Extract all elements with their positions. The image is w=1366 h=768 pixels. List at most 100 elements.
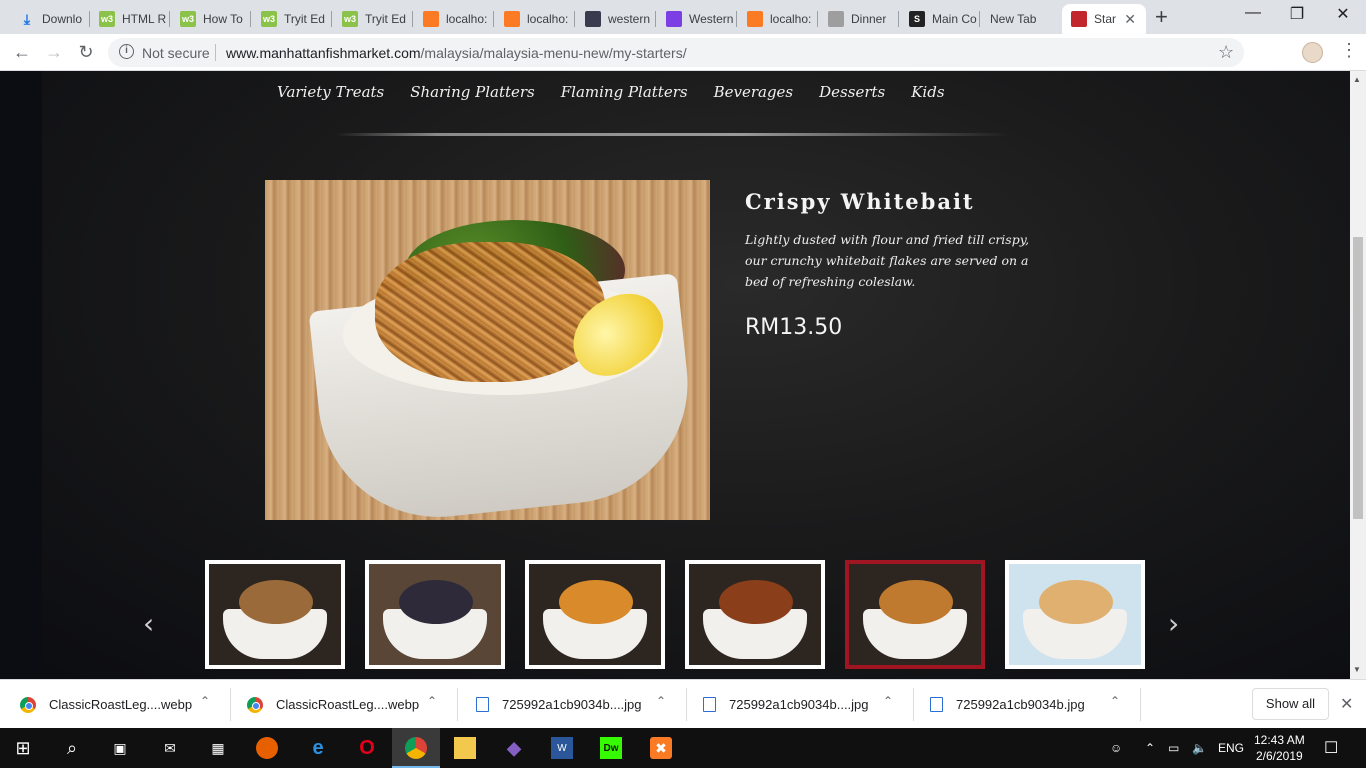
browser-tab[interactable]: New Tab: [981, 4, 1059, 34]
people-icon[interactable]: ☺: [1110, 741, 1122, 755]
scroll-down-icon[interactable]: ▼: [1353, 665, 1361, 674]
browser-tab[interactable]: localho:: [414, 4, 492, 34]
tab-separator: [655, 11, 656, 27]
browser-tab[interactable]: w3 Tryit Ed: [252, 4, 330, 34]
search-icon[interactable]: ⌕: [61, 737, 83, 759]
browser-tab[interactable]: Western: [657, 4, 735, 34]
browser-tab[interactable]: w3 Tryit Ed: [333, 4, 411, 34]
category-link[interactable]: Desserts: [819, 83, 885, 101]
page-left-band: [0, 71, 42, 679]
forward-arrow-icon[interactable]: →: [42, 40, 66, 64]
category-link[interactable]: Beverages: [714, 83, 794, 101]
tab-title: Western: [689, 12, 734, 26]
notifications-icon[interactable]: ☐: [1324, 738, 1338, 758]
s-icon: S: [909, 11, 925, 27]
volume-mute-icon[interactable]: 🔈: [1192, 741, 1207, 755]
thumbnail-fried-chicken[interactable]: [685, 560, 825, 669]
download-options-chevron-icon[interactable]: ⌃: [656, 694, 666, 708]
new-tab-button[interactable]: +: [1155, 5, 1168, 29]
download-options-chevron-icon[interactable]: ⌃: [200, 694, 210, 708]
thumbnail-crispy-whitebait[interactable]: [845, 560, 985, 669]
firefox-icon[interactable]: [256, 737, 278, 759]
browser-tab[interactable]: localho:: [738, 4, 816, 34]
word-icon[interactable]: W: [551, 737, 573, 759]
tab-separator: [574, 11, 575, 27]
browser-tab[interactable]: Star ✕: [1062, 4, 1146, 34]
browser-tab[interactable]: Dinner: [819, 4, 897, 34]
close-window-button[interactable]: ✕: [1320, 4, 1366, 24]
browser-tab[interactable]: localho:: [495, 4, 573, 34]
xampp-icon[interactable]: ✖: [650, 737, 672, 759]
back-arrow-icon[interactable]: ←: [10, 40, 34, 64]
mail-icon[interactable]: ✉: [159, 737, 181, 759]
dreamweaver-icon[interactable]: Dw: [600, 737, 622, 759]
thumbnail-food: [559, 580, 633, 624]
close-downloads-icon[interactable]: ✕: [1340, 694, 1353, 714]
browser-tab[interactable]: w3 How To: [171, 4, 249, 34]
windows-start-icon[interactable]: ⊞: [12, 737, 34, 759]
download-item[interactable]: ClassicRoastLeg....webp: [20, 680, 192, 729]
download-options-chevron-icon[interactable]: ⌃: [883, 694, 893, 708]
clock[interactable]: 12:43 AM 2/6/2019: [1254, 732, 1305, 764]
download-options-chevron-icon[interactable]: ⌃: [427, 694, 437, 708]
whitebait: [375, 242, 605, 382]
thumbnail-mussels-platter[interactable]: [365, 560, 505, 669]
carousel-prev-chevron-icon[interactable]: ‹: [143, 607, 154, 640]
download-item[interactable]: 725992a1cb9034b.jpg: [930, 680, 1085, 729]
profile-avatar[interactable]: [1302, 42, 1323, 63]
tab-title: localho:: [527, 12, 569, 26]
scroll-up-icon[interactable]: ▲: [1353, 75, 1361, 84]
menu-kebab-icon[interactable]: ⋮: [1340, 40, 1358, 61]
info-icon[interactable]: i: [119, 44, 134, 59]
show-all-button[interactable]: Show all: [1252, 688, 1329, 720]
scroll-thumb[interactable]: [1353, 237, 1363, 519]
download-separator: [457, 688, 458, 721]
w3schools-icon: w3: [99, 11, 115, 27]
tray-chevron-icon[interactable]: ⌃: [1145, 741, 1155, 755]
thumbnail-calamari-dip[interactable]: [205, 560, 345, 669]
tab-close-icon[interactable]: ✕: [1124, 11, 1136, 28]
download-options-chevron-icon[interactable]: ⌃: [1110, 694, 1120, 708]
browser-tab[interactable]: S Main Co: [900, 4, 978, 34]
store-icon[interactable]: ▦: [207, 737, 229, 759]
tab-separator: [493, 11, 494, 27]
downloads-bar: Show all ✕ ClassicRoastLeg....webp ⌃ Class…: [0, 679, 1366, 728]
category-link[interactable]: Kids: [911, 83, 944, 101]
download-item[interactable]: 725992a1cb9034b....jpg: [476, 680, 642, 729]
thumbnail-fish-and-chips[interactable]: [525, 560, 665, 669]
battery-icon[interactable]: ▭: [1168, 741, 1179, 755]
edge-icon[interactable]: e: [307, 737, 329, 759]
task-view-icon[interactable]: ▣: [109, 737, 131, 759]
tab-title: Tryit Ed: [365, 12, 406, 26]
page-scrollbar[interactable]: ▲ ▼: [1350, 71, 1366, 679]
reload-icon[interactable]: ↻: [74, 40, 98, 64]
browser-tab[interactable]: ⤓ Downlo: [10, 4, 88, 34]
url-text[interactable]: www.manhattanfishmarket.com/malaysia/mal…: [226, 45, 687, 61]
bookmark-star-icon[interactable]: ☆: [1218, 42, 1234, 63]
download-item[interactable]: 725992a1cb9034b....jpg: [703, 680, 869, 729]
thumbnail-food: [399, 580, 473, 624]
category-link[interactable]: Flaming Platters: [561, 83, 688, 101]
carousel-next-chevron-icon[interactable]: ›: [1168, 607, 1179, 640]
browser-tab[interactable]: w3 HTML R: [90, 4, 168, 34]
opera-icon[interactable]: O: [356, 737, 378, 759]
chrome-icon[interactable]: [405, 737, 427, 759]
address-bar[interactable]: i Not secure www.manhattanfishmarket.com…: [108, 38, 1244, 67]
download-item[interactable]: ClassicRoastLeg....webp: [247, 680, 419, 729]
thumbnail-prawn-cups[interactable]: [1005, 560, 1145, 669]
page-icon: [828, 11, 844, 27]
visual-studio-icon[interactable]: ◆: [503, 737, 525, 759]
chrome-file-icon: [247, 696, 263, 713]
category-link[interactable]: Variety Treats: [277, 83, 384, 101]
image-file-icon: [703, 697, 716, 712]
minimize-button[interactable]: —: [1230, 4, 1276, 22]
image-file-icon: [930, 697, 943, 712]
browser-toolbar: ← → ↻ i Not secure www.manhattanfishmark…: [0, 34, 1366, 71]
chrome-file-icon: [20, 696, 36, 713]
w3schools-icon: w3: [180, 11, 196, 27]
maximize-button[interactable]: ❐: [1274, 4, 1320, 24]
language-indicator[interactable]: ENG: [1218, 741, 1244, 755]
browser-tab[interactable]: western: [576, 4, 654, 34]
file-explorer-icon[interactable]: [454, 737, 476, 759]
category-link[interactable]: Sharing Platters: [410, 83, 535, 101]
